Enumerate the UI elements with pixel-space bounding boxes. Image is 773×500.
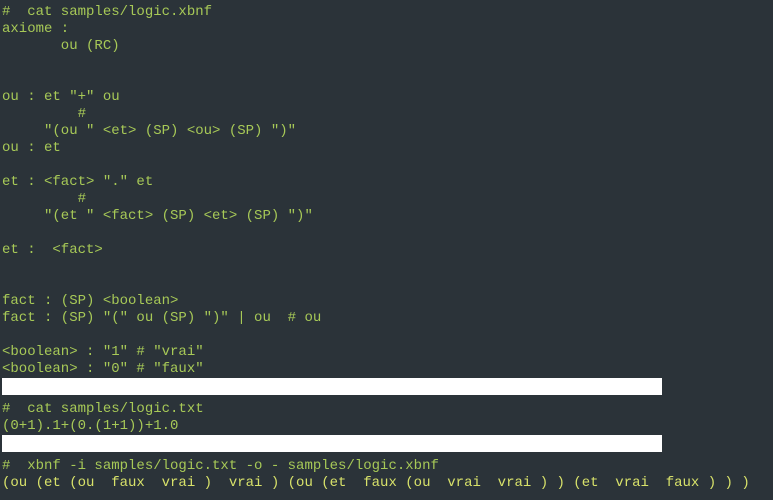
terminal-line: et : <fact>: [2, 242, 771, 259]
terminal-line: [2, 72, 771, 89]
terminal-line: "(ou " <et> (SP) <ou> (SP) ")": [2, 123, 771, 140]
terminal-line: (ou (et (ou faux vrai ) vrai ) (ou (et f…: [2, 475, 771, 492]
terminal-line: ou (RC): [2, 38, 771, 55]
terminal-line: # cat samples/logic.txt: [2, 401, 771, 418]
terminal-line: # cat samples/logic.xbnf: [2, 4, 771, 21]
terminal-line: (0+1).1+(0.(1+1))+1.0: [2, 418, 771, 435]
terminal-line: ou : et: [2, 140, 771, 157]
terminal-output[interactable]: # cat samples/logic.xbnfaxiome : ou (RC)…: [2, 4, 771, 492]
terminal-line: ou : et "+" ou: [2, 89, 771, 106]
terminal-line: "(et " <fact> (SP) <et> (SP) ")": [2, 208, 771, 225]
terminal-line: [2, 327, 771, 344]
terminal-line: axiome :: [2, 21, 771, 38]
terminal-line: fact : (SP) <boolean>: [2, 293, 771, 310]
terminal-line: [2, 157, 771, 174]
prompt-bar: [2, 378, 662, 395]
terminal-line: [2, 435, 771, 458]
terminal-line: [2, 276, 771, 293]
terminal-line: # xbnf -i samples/logic.txt -o - samples…: [2, 458, 771, 475]
terminal-line: [2, 378, 771, 401]
terminal-line: [2, 259, 771, 276]
terminal-line: <boolean> : "1" # "vrai": [2, 344, 771, 361]
terminal-line: fact : (SP) "(" ou (SP) ")" | ou # ou: [2, 310, 771, 327]
prompt-bar: [2, 435, 662, 452]
terminal-line: et : <fact> "." et: [2, 174, 771, 191]
terminal-line: [2, 55, 771, 72]
terminal-line: #: [2, 106, 771, 123]
terminal-line: #: [2, 191, 771, 208]
terminal-line: [2, 225, 771, 242]
terminal-line: <boolean> : "0" # "faux": [2, 361, 771, 378]
